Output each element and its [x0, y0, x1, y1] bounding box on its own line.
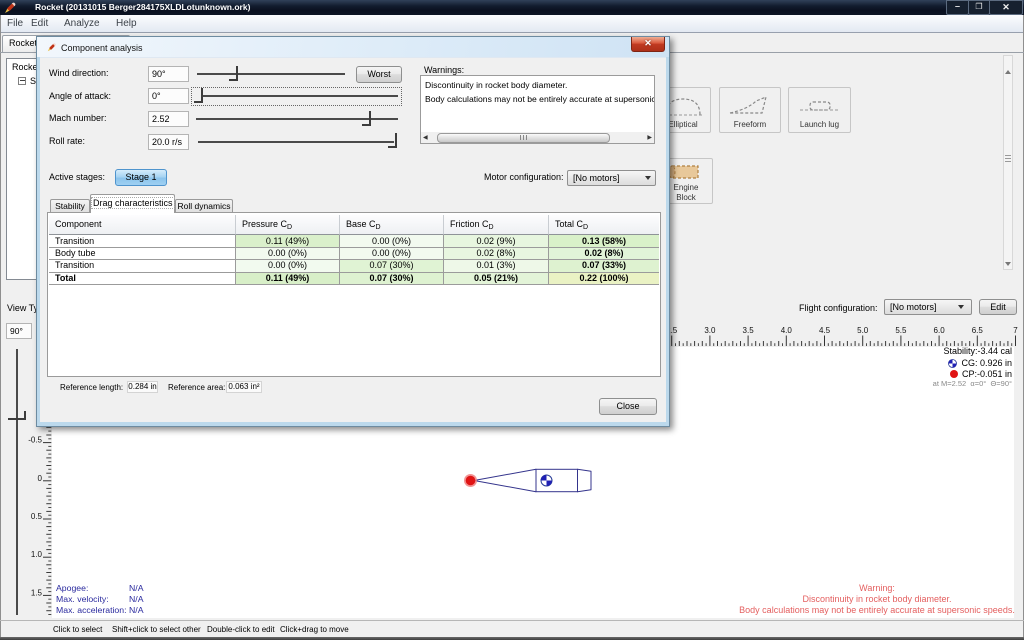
- svg-text:1.5: 1.5: [31, 588, 43, 597]
- svg-text:0.5: 0.5: [31, 512, 43, 521]
- svg-text:-0.5: -0.5: [28, 436, 42, 445]
- svg-text:5.5: 5.5: [895, 326, 907, 335]
- svg-text:5.0: 5.0: [857, 326, 869, 335]
- svg-text:3.5: 3.5: [743, 326, 755, 335]
- svg-text:7: 7: [1013, 326, 1018, 335]
- svg-text:6.5: 6.5: [972, 326, 984, 335]
- svg-text:1.0: 1.0: [31, 550, 43, 559]
- svg-text:4.0: 4.0: [781, 326, 793, 335]
- svg-text:3.0: 3.0: [704, 326, 716, 335]
- svg-text:4.5: 4.5: [819, 326, 831, 335]
- svg-text:0: 0: [38, 474, 43, 483]
- svg-text:6.0: 6.0: [934, 326, 946, 335]
